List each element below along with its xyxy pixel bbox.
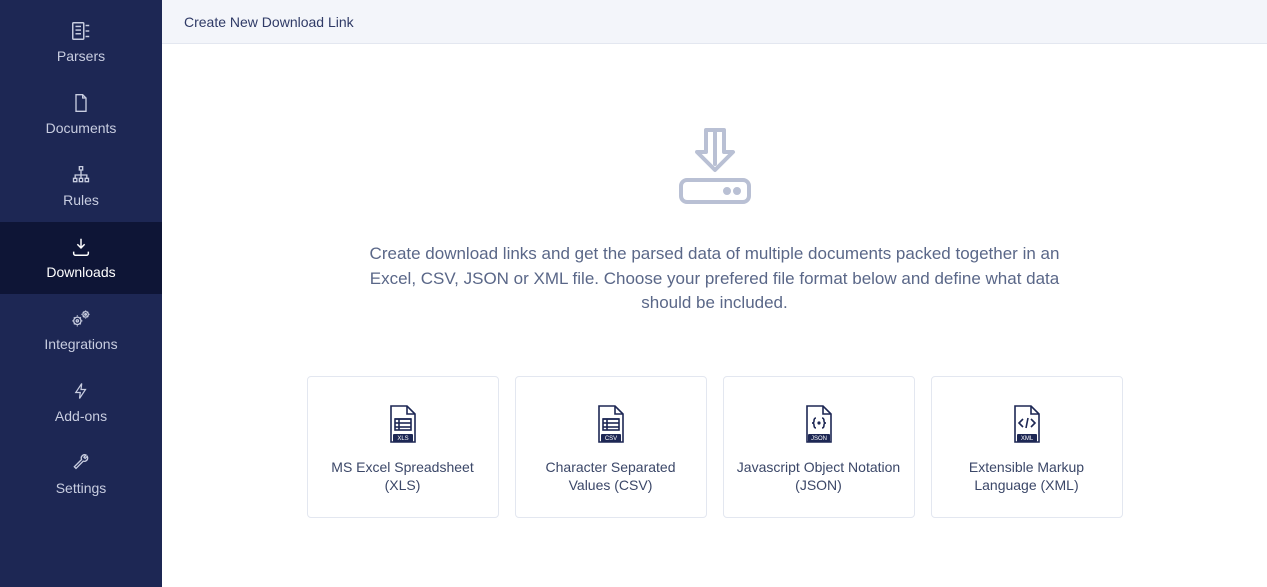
xls-file-icon: XLS bbox=[387, 404, 419, 444]
download-hero-icon bbox=[675, 124, 755, 208]
sidebar-item-rules[interactable]: Rules bbox=[0, 150, 162, 222]
lightning-icon bbox=[67, 378, 95, 404]
content-area: Create download links and get the parsed… bbox=[162, 44, 1267, 587]
gears-icon bbox=[67, 306, 95, 332]
svg-text:CSV: CSV bbox=[604, 436, 616, 442]
format-card-xls[interactable]: XLS MS Excel Spreadsheet (XLS) bbox=[307, 376, 499, 518]
sidebar-item-label: Add-ons bbox=[55, 408, 107, 424]
csv-file-icon: CSV bbox=[595, 404, 627, 444]
svg-text:XML: XML bbox=[1020, 436, 1033, 442]
format-card-csv[interactable]: CSV Character Separated Values (CSV) bbox=[515, 376, 707, 518]
sidebar: Parsers Documents Rules bbox=[0, 0, 162, 587]
parsers-icon bbox=[67, 18, 95, 44]
format-card-xml[interactable]: XML Extensible Markup Language (XML) bbox=[931, 376, 1123, 518]
format-card-json[interactable]: JSON Javascript Object Notation (JSON) bbox=[723, 376, 915, 518]
svg-text:JSON: JSON bbox=[810, 436, 826, 442]
svg-text:XLS: XLS bbox=[397, 436, 408, 442]
sidebar-item-label: Documents bbox=[46, 120, 117, 136]
xml-file-icon: XML bbox=[1011, 404, 1043, 444]
download-icon bbox=[67, 234, 95, 260]
sidebar-item-parsers[interactable]: Parsers bbox=[0, 6, 162, 78]
sidebar-item-label: Settings bbox=[56, 480, 107, 496]
page-title: Create New Download Link bbox=[184, 14, 354, 30]
format-cards: XLS MS Excel Spreadsheet (XLS) bbox=[307, 376, 1123, 518]
wrench-icon bbox=[67, 450, 95, 476]
sidebar-item-downloads[interactable]: Downloads bbox=[0, 222, 162, 294]
sidebar-item-settings[interactable]: Settings bbox=[0, 438, 162, 510]
card-label: Javascript Object Notation (JSON) bbox=[734, 458, 904, 494]
sidebar-item-documents[interactable]: Documents bbox=[0, 78, 162, 150]
sidebar-item-label: Parsers bbox=[57, 48, 105, 64]
main-panel: Create New Download Link Create download… bbox=[162, 0, 1267, 587]
topbar: Create New Download Link bbox=[162, 0, 1267, 44]
sidebar-item-label: Downloads bbox=[46, 264, 115, 280]
json-file-icon: JSON bbox=[803, 404, 835, 444]
card-label: Character Separated Values (CSV) bbox=[526, 458, 696, 494]
sidebar-item-label: Rules bbox=[63, 192, 99, 208]
document-icon bbox=[67, 90, 95, 116]
card-label: Extensible Markup Language (XML) bbox=[942, 458, 1112, 494]
rules-icon bbox=[67, 162, 95, 188]
hero-description: Create download links and get the parsed… bbox=[365, 242, 1065, 316]
sidebar-item-addons[interactable]: Add-ons bbox=[0, 366, 162, 438]
card-label: MS Excel Spreadsheet (XLS) bbox=[318, 458, 488, 494]
sidebar-item-integrations[interactable]: Integrations bbox=[0, 294, 162, 366]
sidebar-item-label: Integrations bbox=[44, 336, 117, 352]
